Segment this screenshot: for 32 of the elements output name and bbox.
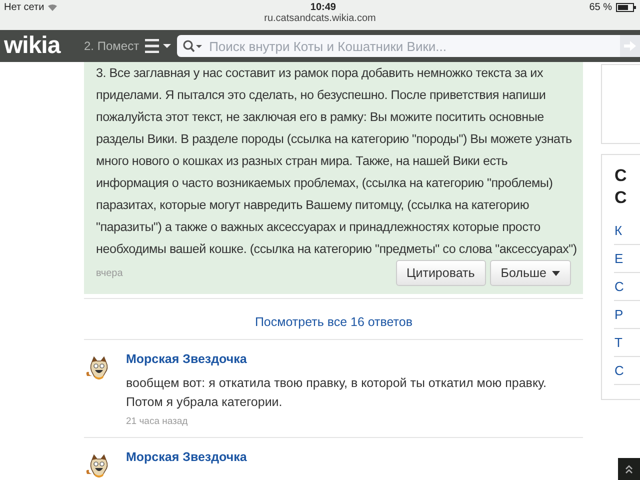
double-chevron-icon xyxy=(625,464,633,474)
carrier-text: Нет сети xyxy=(4,2,44,13)
more-button[interactable]: Больше xyxy=(490,260,572,286)
sidebar-link[interactable]: К xyxy=(614,217,640,245)
clock-text: 10:49 xyxy=(310,2,336,13)
wifi-icon xyxy=(48,4,58,11)
author-link[interactable]: Морская Звездочка xyxy=(126,450,247,464)
quote-button[interactable]: Цитировать xyxy=(396,260,486,286)
menu-icon[interactable] xyxy=(145,39,172,53)
arrow-icon xyxy=(624,41,636,51)
reply-text: вообщем вот: я откатила твою правку, в которой ты откатил мою правку. Потом я убрала категории. xyxy=(126,375,548,411)
sidebar-heading: С С xyxy=(614,165,628,209)
search-icon[interactable] xyxy=(183,40,204,52)
back-to-top-button[interactable] xyxy=(618,458,640,480)
partial-text: 2. Помест xyxy=(84,39,140,53)
search-input[interactable]: Поиск внутри Коты и Кошатники Вики... xyxy=(207,38,620,54)
author-link[interactable]: Морская Звездочка xyxy=(126,352,576,366)
wikia-logo[interactable]: wikia xyxy=(0,31,84,61)
sidebar-link[interactable]: С xyxy=(614,273,640,301)
sidebar-link[interactable]: С xyxy=(614,357,640,385)
reply-time: 21 часа назад xyxy=(126,416,189,427)
url-text: ru.catsandcats.wikia.com xyxy=(264,13,376,24)
battery-text: 65 % xyxy=(589,2,612,13)
search-field[interactable]: Поиск внутри Коты и Кошатники Вики... xyxy=(177,35,620,57)
sidebar-link[interactable]: Т xyxy=(614,329,640,357)
view-all-replies-link[interactable]: Посмотреть все 16 ответов xyxy=(84,298,584,340)
sidebar-link[interactable]: Р xyxy=(614,301,640,329)
caret-icon xyxy=(552,270,560,276)
post-text: 3. Все заглавная у нас составит из рамок пора добавить немножко текста за их приделами. Я пытался это сделать, но безуспешно. После приветствия напиши пожалуйста этот текст, не заключая его в рамку: Вы можите поситить основные разделы Вики. В разделе породы (ссылка на категорию "породы") Вы можете узнать много нового о кошках из разных стран мира. Также, на нашей Вики есть информация о часто возникаемых проблемах, (ссылка на категорию "проблемы) паразитах, которые могут навредить Вашему питомцу, (ссылка на категорию "паразиты") а также о важных аксессуарах и принадлежностях которые просто необходимы вашей кошке. (ссылка на категорию "предметы" со слова "аксессуарах") xyxy=(96,65,578,258)
battery-icon xyxy=(616,3,636,12)
sidebar-link[interactable]: Е xyxy=(614,245,640,273)
post-time: вчера xyxy=(96,268,123,278)
